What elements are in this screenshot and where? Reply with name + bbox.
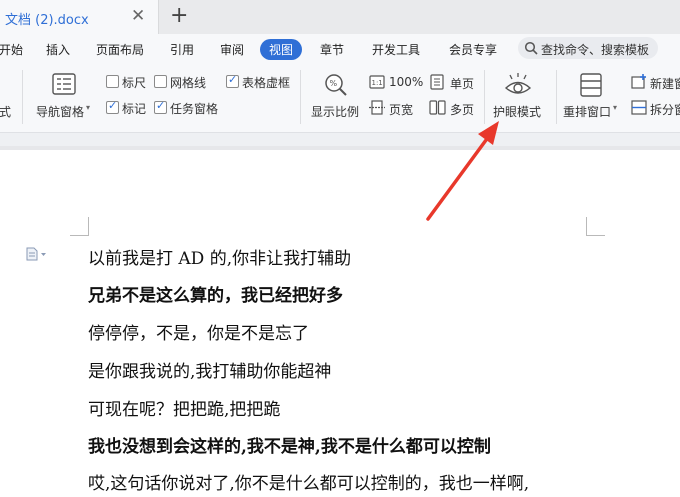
document-line[interactable]: 以前我是打 AD 的,你非让我打辅助 xyxy=(88,244,351,269)
page-width-icon xyxy=(369,100,385,115)
command-search-box[interactable]: 查找命令、搜索模板 xyxy=(518,37,658,59)
ribbon-separator xyxy=(484,70,485,124)
menu-developer[interactable]: 开发工具 xyxy=(372,41,420,58)
document-tab-title: 文档 (2).docx xyxy=(5,13,89,28)
title-tab-bar: 文档 (2).docx ✕ + xyxy=(0,0,680,34)
table-gridlines-label: 表格虚框 xyxy=(242,76,291,90)
eye-protection-mode-button[interactable]: 护眼模式 xyxy=(493,103,541,120)
gridlines-label: 网格线 xyxy=(170,76,207,90)
document-line[interactable]: 哎,这句话你说对了,你不是什么都可以控制的，我也一样啊, xyxy=(88,469,529,494)
document-line[interactable]: 是你跟我说的,我打辅助你能超神 xyxy=(88,357,331,382)
ribbon-left-partial-label: 式 xyxy=(0,105,12,119)
menu-review[interactable]: 审阅 xyxy=(220,41,244,58)
document-line[interactable]: 可现在呢？把把跪,把把跪 xyxy=(88,395,280,420)
zoom-100-button[interactable]: 100% xyxy=(389,75,423,89)
marks-checkbox[interactable] xyxy=(106,99,119,114)
nav-pane-dropdown-icon[interactable]: ▾ xyxy=(86,103,90,112)
navigation-pane-button[interactable]: 导航窗格 xyxy=(36,103,84,120)
multi-page-icon xyxy=(429,100,446,115)
menu-page-layout[interactable]: 页面布局 xyxy=(96,41,144,58)
svg-text:%: % xyxy=(330,79,338,88)
document-line[interactable]: 停停停，不是，你是不是忘了 xyxy=(88,319,309,344)
document-tab[interactable]: 文档 (2).docx ✕ xyxy=(0,0,159,34)
rearrange-window-button[interactable]: 重排窗口 xyxy=(563,103,611,120)
new-window-icon xyxy=(631,74,646,89)
ribbon-separator xyxy=(300,70,301,124)
menu-view[interactable]: 视图 xyxy=(260,39,303,60)
task-pane-label: 任务窗格 xyxy=(170,102,219,116)
ribbon-separator xyxy=(22,70,23,124)
navigation-pane-icon[interactable] xyxy=(52,73,76,95)
document-line[interactable]: 兄弟不是这么算的，我已经把好多 xyxy=(88,281,343,306)
menu-references[interactable]: 引用 xyxy=(170,41,194,58)
page-corner-mark-left xyxy=(70,217,89,236)
close-tab-icon[interactable]: ✕ xyxy=(131,5,145,27)
split-window-button[interactable]: 拆分窗 xyxy=(650,101,680,118)
table-gridlines-checkbox[interactable] xyxy=(226,73,239,88)
search-placeholder: 查找命令、搜索模板 xyxy=(541,43,650,57)
zoom-icon[interactable]: % xyxy=(323,73,349,97)
page-width-button[interactable]: 页宽 xyxy=(389,101,413,118)
new-tab-icon[interactable]: + xyxy=(170,3,188,29)
ribbon-separator xyxy=(556,70,557,124)
page-top-gap xyxy=(0,146,680,150)
zoom-button[interactable]: 显示比例 xyxy=(311,103,359,120)
menu-section[interactable]: 章节 xyxy=(320,41,344,58)
page-corner-mark-right xyxy=(586,217,605,236)
single-page-button[interactable]: 单页 xyxy=(450,75,474,92)
ruler-label: 标尺 xyxy=(122,76,147,90)
search-icon xyxy=(524,41,538,55)
rearrange-window-icon[interactable] xyxy=(580,73,602,97)
gridlines-checkbox[interactable] xyxy=(154,75,167,88)
paragraph-marker-icon[interactable] xyxy=(26,247,48,261)
single-page-icon xyxy=(430,74,444,90)
rearrange-dropdown-icon[interactable]: ▾ xyxy=(613,103,617,112)
eye-protection-icon[interactable] xyxy=(504,72,532,98)
ruler-checkbox[interactable] xyxy=(106,75,119,88)
split-window-icon xyxy=(631,100,647,115)
zoom-100-icon: 1:1 xyxy=(369,75,385,89)
multi-page-button[interactable]: 多页 xyxy=(450,101,474,118)
ribbon-bottom-strip xyxy=(0,132,680,146)
menu-home[interactable]: 开始 xyxy=(0,41,23,58)
menu-insert[interactable]: 插入 xyxy=(46,41,70,58)
document-line[interactable]: 我也没想到会这样的,我不是神,我不是什么都可以控制 xyxy=(88,432,491,457)
svg-text:1:1: 1:1 xyxy=(372,79,383,87)
menu-member[interactable]: 会员专享 xyxy=(449,41,497,58)
task-pane-checkbox[interactable] xyxy=(154,99,167,114)
marks-label: 标记 xyxy=(122,102,147,116)
new-window-button[interactable]: 新建窗 xyxy=(650,75,680,92)
